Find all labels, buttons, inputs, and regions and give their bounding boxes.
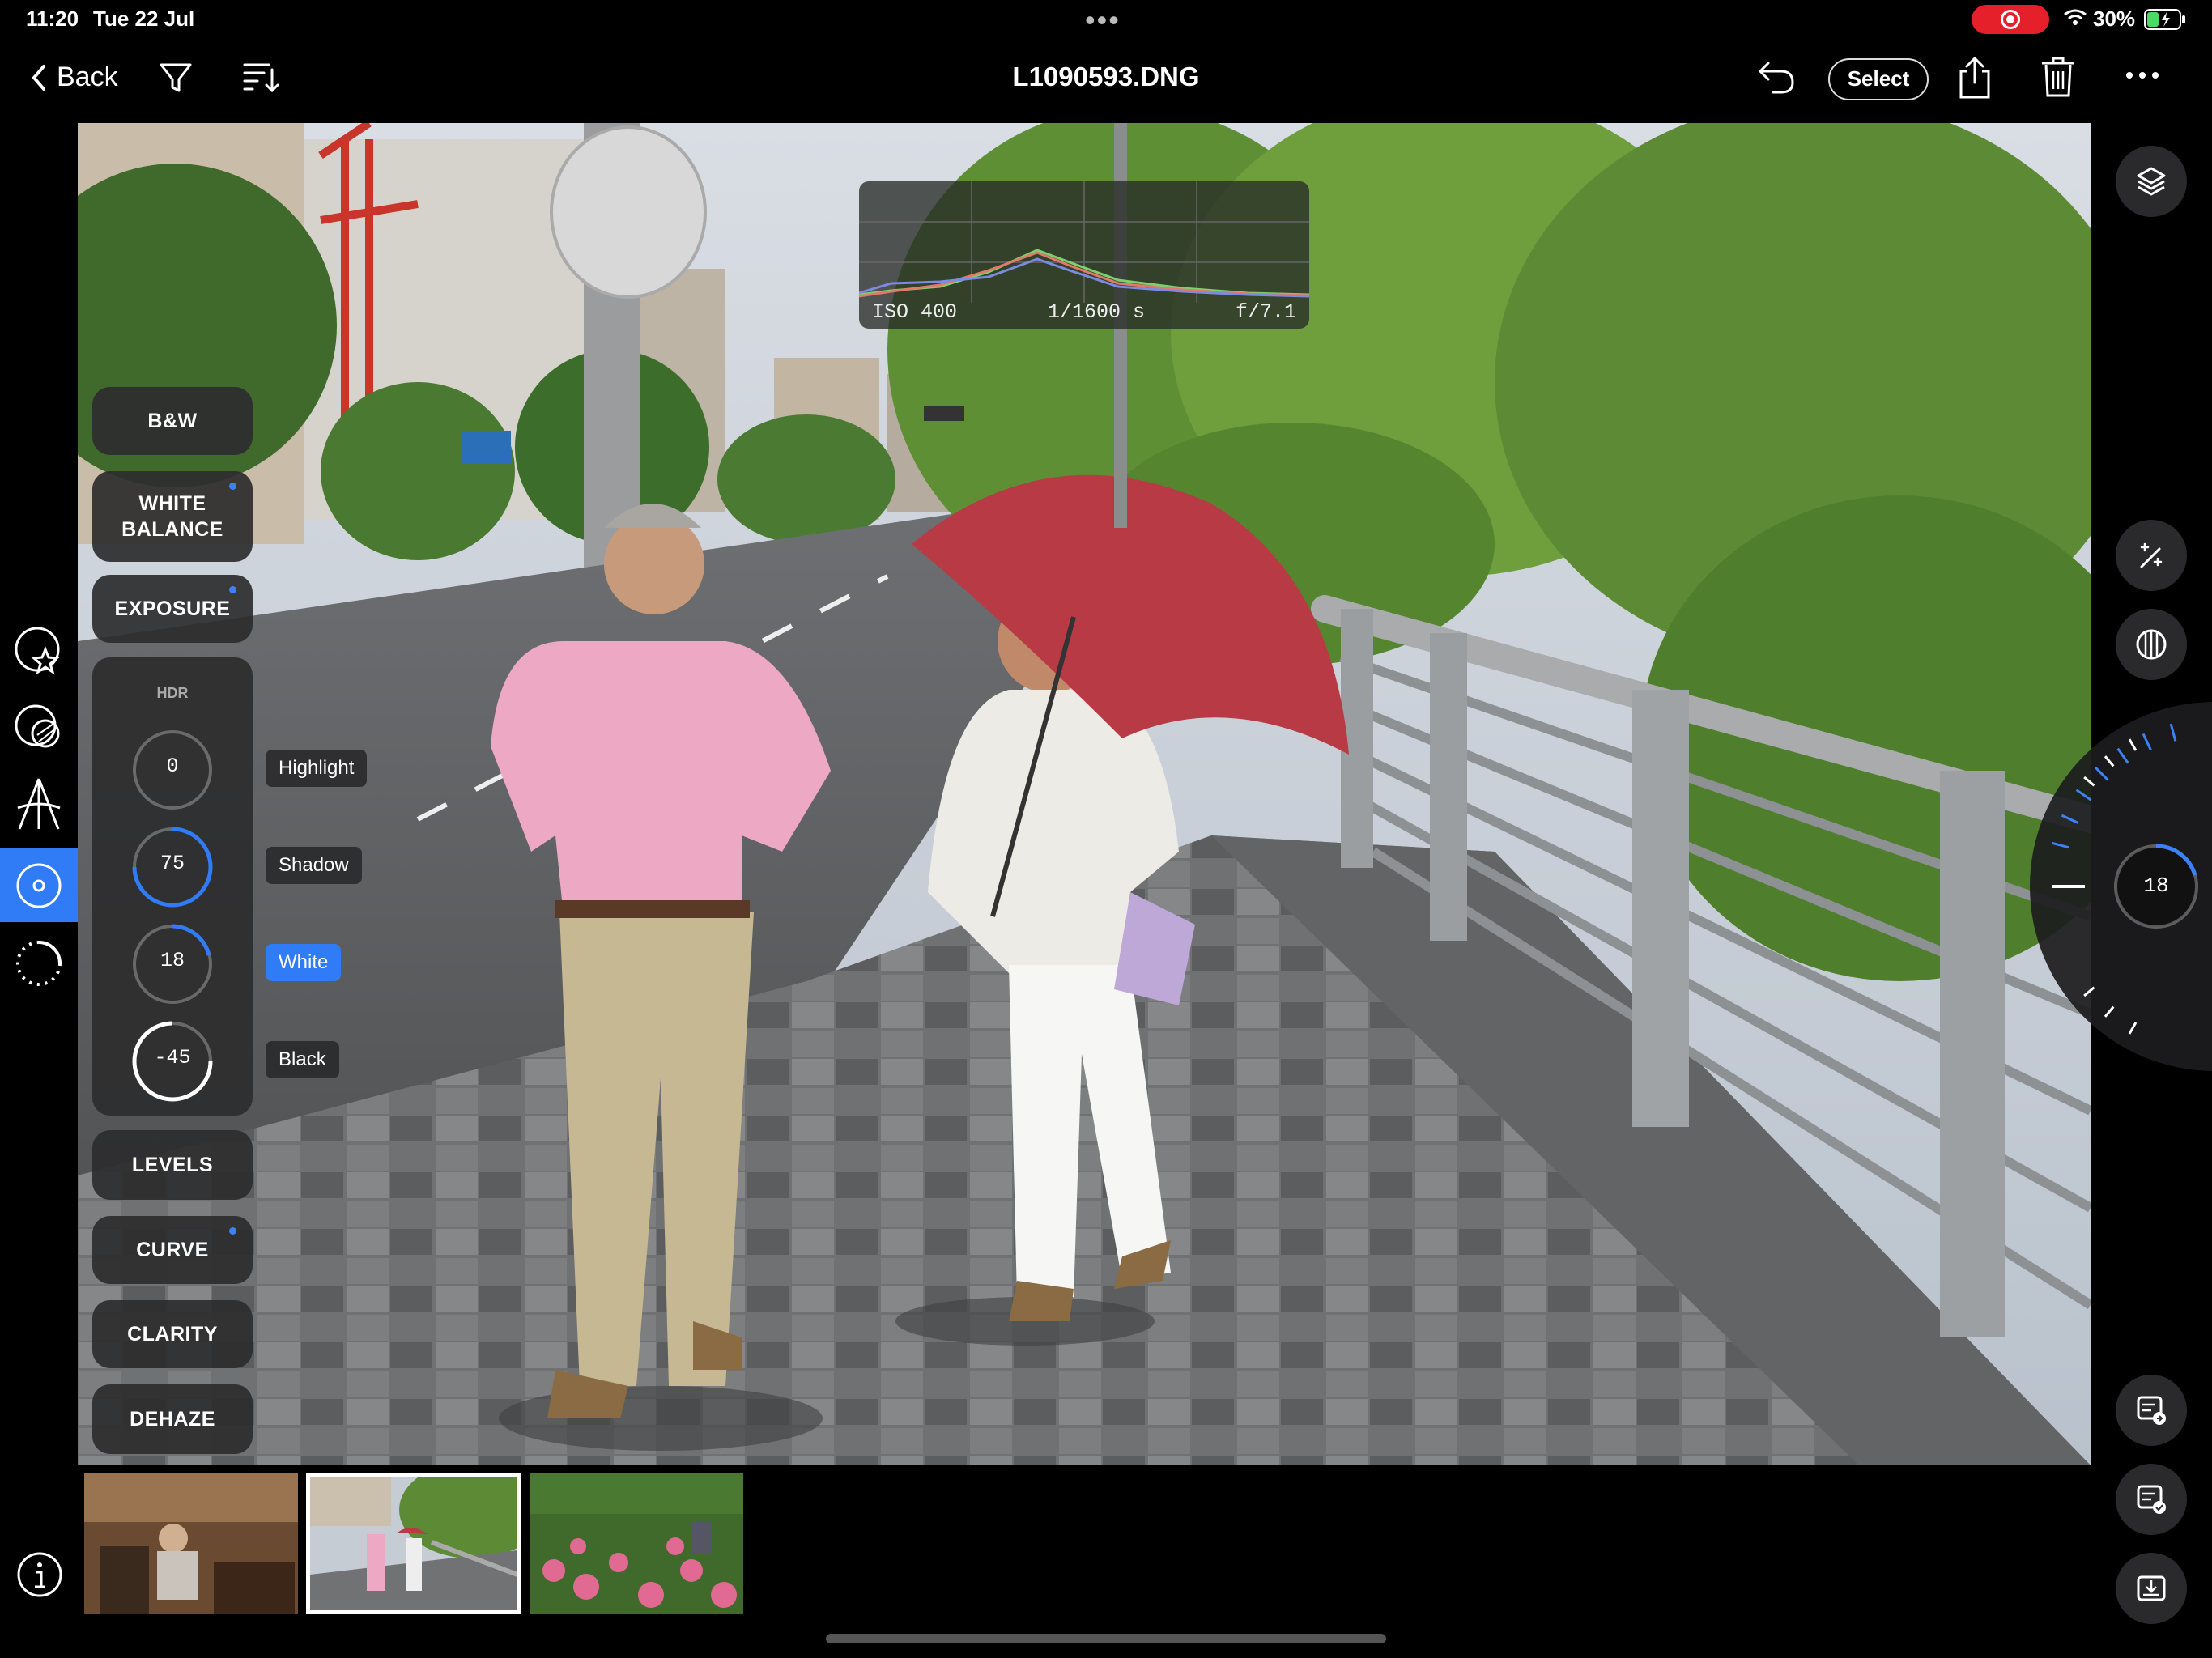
bw-button[interactable]: B&W	[92, 387, 253, 455]
white-tag[interactable]: White	[266, 944, 342, 981]
favorite-star-icon[interactable]	[13, 625, 65, 677]
battery-icon	[2144, 8, 2188, 35]
exif-aperture: f/7.1	[1235, 300, 1296, 324]
filmstrip-thumbnail[interactable]	[530, 1473, 743, 1614]
effects-dotted-circle-icon[interactable]	[13, 937, 65, 989]
exif-shutter: 1/1600 s	[1047, 300, 1146, 324]
highlight-value: 0	[166, 755, 179, 778]
value-wheel[interactable]: 18	[2028, 700, 2212, 1073]
white-balance-label-2: BALANCE	[121, 518, 223, 541]
dehaze-button[interactable]: DEHAZE	[92, 1384, 253, 1454]
white-balance-button[interactable]: WHITE BALANCE	[92, 471, 253, 562]
info-icon[interactable]	[16, 1551, 63, 1602]
black-dial[interactable]: -45	[131, 1020, 214, 1103]
shadow-value: 75	[160, 852, 185, 875]
exposure-modified-dot	[229, 586, 236, 593]
home-indicator[interactable]	[826, 1634, 1386, 1643]
copy-settings-icon	[2137, 1396, 2166, 1425]
more-icon[interactable]	[2125, 70, 2160, 85]
layers-button[interactable]	[2116, 146, 2187, 217]
trash-icon[interactable]	[2040, 55, 2076, 103]
undo-icon[interactable]	[1757, 58, 1797, 101]
bw-label: B&W	[147, 409, 198, 432]
histogram-panel[interactable]: ISO 400 1/1600 s f/7.1	[859, 181, 1309, 329]
wifi-icon	[2063, 8, 2087, 30]
highlight-tag[interactable]: Highlight	[266, 750, 368, 787]
levels-label: LEVELS	[131, 1153, 214, 1176]
white-balance-label-1: WHITE	[138, 492, 206, 515]
exif-info: ISO 400 1/1600 s f/7.1	[859, 300, 1309, 324]
filmstrip-thumbnail[interactable]	[84, 1473, 298, 1614]
white-dial[interactable]: 18	[131, 923, 214, 1005]
dehaze-label: DEHAZE	[130, 1407, 215, 1431]
status-time: 11:20	[26, 6, 79, 31]
copy-settings-button[interactable]	[2116, 1375, 2187, 1446]
hdr-title: HDR	[156, 685, 189, 701]
multitask-dots-icon[interactable]: •••	[1085, 3, 1121, 37]
battery-percent: 30%	[2093, 6, 2136, 31]
curve-button[interactable]: CURVE	[92, 1216, 253, 1284]
color-mask-icon[interactable]	[13, 703, 65, 755]
export-button[interactable]	[2116, 1553, 2187, 1624]
exif-iso: ISO 400	[872, 300, 958, 324]
status-date: Tue 22 Jul	[93, 6, 195, 31]
curve-modified-dot	[229, 1227, 236, 1235]
light-adjust-icon[interactable]	[13, 860, 65, 912]
highlight-dial[interactable]: 0	[131, 729, 214, 811]
black-tag[interactable]: Black	[266, 1041, 339, 1078]
paste-settings-button[interactable]	[2116, 1464, 2187, 1535]
black-value: -45	[154, 1046, 191, 1069]
histogram-graph	[859, 181, 1309, 303]
shadow-tag[interactable]: Shadow	[266, 847, 362, 884]
magic-wand-icon	[2140, 542, 2163, 568]
screen-record-indicator[interactable]	[1972, 5, 2049, 34]
select-button[interactable]: Select	[1828, 58, 1929, 100]
levels-button[interactable]: LEVELS	[92, 1130, 253, 1200]
white-value: 18	[160, 949, 185, 972]
white-balance-modified-dot	[229, 483, 236, 490]
layers-icon	[2137, 167, 2166, 196]
curve-label: CURVE	[136, 1238, 209, 1261]
wheel-value: 18	[2143, 874, 2169, 898]
filmstrip-thumbnail-selected[interactable]	[306, 1473, 521, 1614]
compare-button[interactable]	[2116, 609, 2187, 680]
exposure-button[interactable]: EXPOSURE	[92, 575, 253, 643]
exposure-label: EXPOSURE	[114, 597, 231, 620]
auto-enhance-button[interactable]	[2116, 520, 2187, 591]
shadow-dial[interactable]: 75	[131, 826, 214, 908]
share-icon[interactable]	[1956, 55, 1993, 104]
paste-settings-icon	[2137, 1485, 2166, 1514]
compare-icon	[2136, 629, 2167, 660]
export-tray-icon	[2137, 1575, 2166, 1601]
hdr-panel: HDR 0 75 18 -45	[92, 657, 253, 1116]
perspective-icon[interactable]	[13, 776, 65, 830]
clarity-button[interactable]: CLARITY	[92, 1300, 253, 1368]
clarity-label: CLARITY	[127, 1322, 218, 1346]
